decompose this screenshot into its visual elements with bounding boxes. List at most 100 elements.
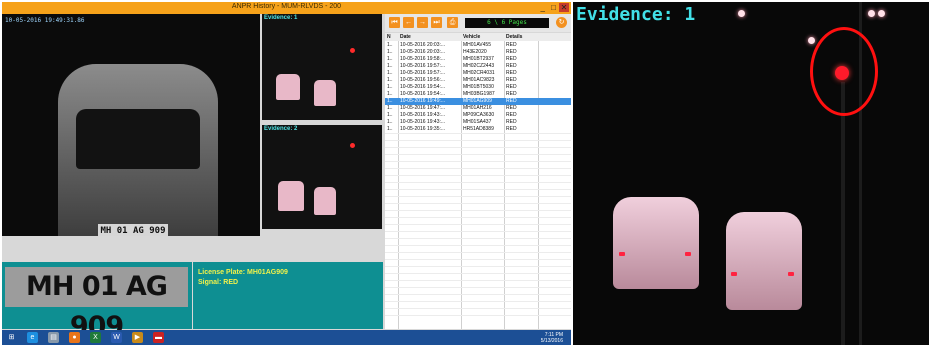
col-header-details[interactable]: Details — [506, 33, 536, 41]
cell-date: 10-05-2016 19:57:... — [400, 63, 446, 69]
empty-row-line — [385, 154, 571, 155]
empty-row-line — [385, 238, 571, 239]
history-table: N Date Vehicle Details 1.. 10-05-2016 20:… — [385, 33, 571, 329]
vehicle-rear-window — [76, 109, 200, 169]
empty-row-line — [385, 168, 571, 169]
cell-details: RED — [506, 42, 517, 48]
empty-row-line — [385, 175, 571, 176]
cell-details: RED — [506, 126, 517, 132]
cell-date: 10-05-2016 20:03:... — [400, 49, 446, 55]
last-page-icon[interactable]: ⏭ — [431, 17, 442, 28]
plate-crop-panel: MH 01 AG 909 — [2, 262, 192, 342]
evidence-thumb-label: Evidence: 2 — [264, 126, 298, 132]
cell-vehicle: MH02CZ2443 — [463, 63, 495, 69]
col-header-date[interactable]: Date — [400, 33, 460, 41]
cell-date: 10-05-2016 19:35:... — [400, 126, 446, 132]
windows-start-icon[interactable]: ⊞ — [6, 332, 17, 343]
table-row[interactable]: 1.. 10-05-2016 19:43:... MH01SA437 RED — [385, 119, 571, 126]
vehicle-plate: MH 01 AG 909 — [98, 224, 168, 236]
evidence-thumb-2[interactable]: Evidence: 2 — [262, 125, 382, 229]
tail-light — [685, 252, 691, 256]
col-header-n[interactable]: N — [387, 33, 397, 41]
cell-n: 1.. — [387, 91, 393, 97]
empty-row-line — [385, 203, 571, 204]
cell-details: RED — [506, 49, 517, 55]
cell-n: 1.. — [387, 77, 393, 83]
car — [314, 80, 336, 106]
cell-vehicle: MH02CR4031 — [463, 70, 495, 76]
table-row[interactable]: 1.. 10-05-2016 19:47:... MH01AH216 RED — [385, 105, 571, 112]
empty-row-line — [385, 161, 571, 162]
cell-details: RED — [506, 112, 517, 118]
word-icon[interactable]: W — [111, 332, 122, 343]
col-header-vehicle[interactable]: Vehicle — [463, 33, 505, 41]
cell-date: 10-05-2016 20:03:... — [400, 42, 446, 48]
maximize-button[interactable]: □ — [551, 3, 556, 12]
cell-details: RED — [506, 105, 517, 111]
empty-row-line — [385, 245, 571, 246]
evidence-label: Evidence: 1 — [576, 4, 696, 25]
table-row[interactable]: 1.. 10-05-2016 19:57:... MH02CZ2443 RED — [385, 63, 571, 70]
cell-details: RED — [506, 119, 517, 125]
cell-n: 1.. — [387, 105, 393, 111]
table-row[interactable]: 1.. 10-05-2016 19:43:... MP09CA3630 RED — [385, 112, 571, 119]
media-icon[interactable]: ▶ — [132, 332, 143, 343]
table-row[interactable]: 1.. 10-05-2016 19:58:... MH01BT2937 RED — [385, 56, 571, 63]
table-row[interactable]: 1.. 10-05-2016 20:03:... MH01AV455 RED — [385, 42, 571, 49]
firefox-icon[interactable]: ● — [69, 332, 80, 343]
empty-row-line — [385, 308, 571, 309]
car — [276, 74, 300, 100]
evidence-thumb-label: Evidence: 1 — [264, 15, 298, 21]
empty-row-line — [385, 259, 571, 260]
cell-vehicle: MH01AH216 — [463, 105, 492, 111]
cell-vehicle: MH01SA437 — [463, 119, 492, 125]
print-icon[interactable]: ⎙ — [447, 17, 458, 28]
evidence-thumb-1[interactable]: Evidence: 1 — [262, 14, 382, 120]
signal-light — [350, 143, 355, 148]
empty-row-line — [385, 133, 571, 134]
ie-icon[interactable]: e — [27, 332, 38, 343]
empty-row-line — [385, 147, 571, 148]
cell-vehicle: MH01AG909 — [463, 98, 492, 104]
cell-vehicle: H43E2020 — [463, 49, 487, 55]
car-app-icon[interactable]: ▬ — [153, 332, 164, 343]
empty-row-line — [385, 294, 571, 295]
prev-page-icon[interactable]: ← — [403, 17, 414, 28]
file-icon[interactable]: ▤ — [48, 332, 59, 343]
empty-row-line — [385, 252, 571, 253]
table-row[interactable]: 1.. 10-05-2016 19:56:... MH01AC9823 RED — [385, 77, 571, 84]
cell-date: 10-05-2016 19:54:... — [400, 91, 446, 97]
minimize-button[interactable]: _ — [541, 3, 545, 12]
close-button[interactable]: ✕ — [559, 3, 569, 12]
cell-details: RED — [506, 98, 517, 104]
table-row[interactable]: 1.. 10-05-2016 20:03:... H43E2020 RED — [385, 49, 571, 56]
first-page-icon[interactable]: ⏮ — [389, 17, 400, 28]
table-header: N Date Vehicle Details — [385, 33, 571, 41]
cell-date: 10-05-2016 19:56:... — [400, 77, 446, 83]
page-indicator: 6 \ 6 Pages — [465, 18, 549, 28]
refresh-icon[interactable]: ↻ — [556, 17, 567, 28]
main-camera-view: 10-05-2016 19:49:31.86 MH 01 AG 909 — [2, 14, 260, 236]
tail-light — [788, 272, 794, 276]
cell-n: 1.. — [387, 112, 393, 118]
cell-vehicle: MH01AV455 — [463, 42, 491, 48]
table-row[interactable]: 1.. 10-05-2016 19:54:... MH03BG1987 RED — [385, 91, 571, 98]
cell-vehicle: HR51AD8389 — [463, 126, 494, 132]
table-row[interactable]: 1.. 10-05-2016 19:35:... HR51AD8389 RED — [385, 126, 571, 133]
table-row[interactable]: 1.. 10-05-2016 19:49:... MH01AG909 RED — [385, 98, 571, 105]
cell-n: 1.. — [387, 84, 393, 90]
empty-row-line — [385, 273, 571, 274]
cell-n: 1.. — [387, 126, 393, 132]
table-row[interactable]: 1.. 10-05-2016 19:54:... MH01BT5030 RED — [385, 84, 571, 91]
signal-highlight-circle — [810, 27, 878, 116]
plate-info-panel: License Plate: MH01AG909 Signal: RED — [193, 262, 383, 329]
excel-icon[interactable]: X — [90, 332, 101, 343]
next-page-icon[interactable]: → — [417, 17, 428, 28]
empty-row-line — [385, 224, 571, 225]
car — [278, 181, 304, 211]
license-plate-text: License Plate: MH01AG909 — [198, 269, 288, 276]
empty-row-line — [385, 280, 571, 281]
empty-row-line — [385, 287, 571, 288]
anpr-window: ANPR History - MUM-RLVDS - 200 _ □ ✕ 10-… — [2, 2, 571, 345]
table-row[interactable]: 1.. 10-05-2016 19:57:... MH02CR4031 RED — [385, 70, 571, 77]
